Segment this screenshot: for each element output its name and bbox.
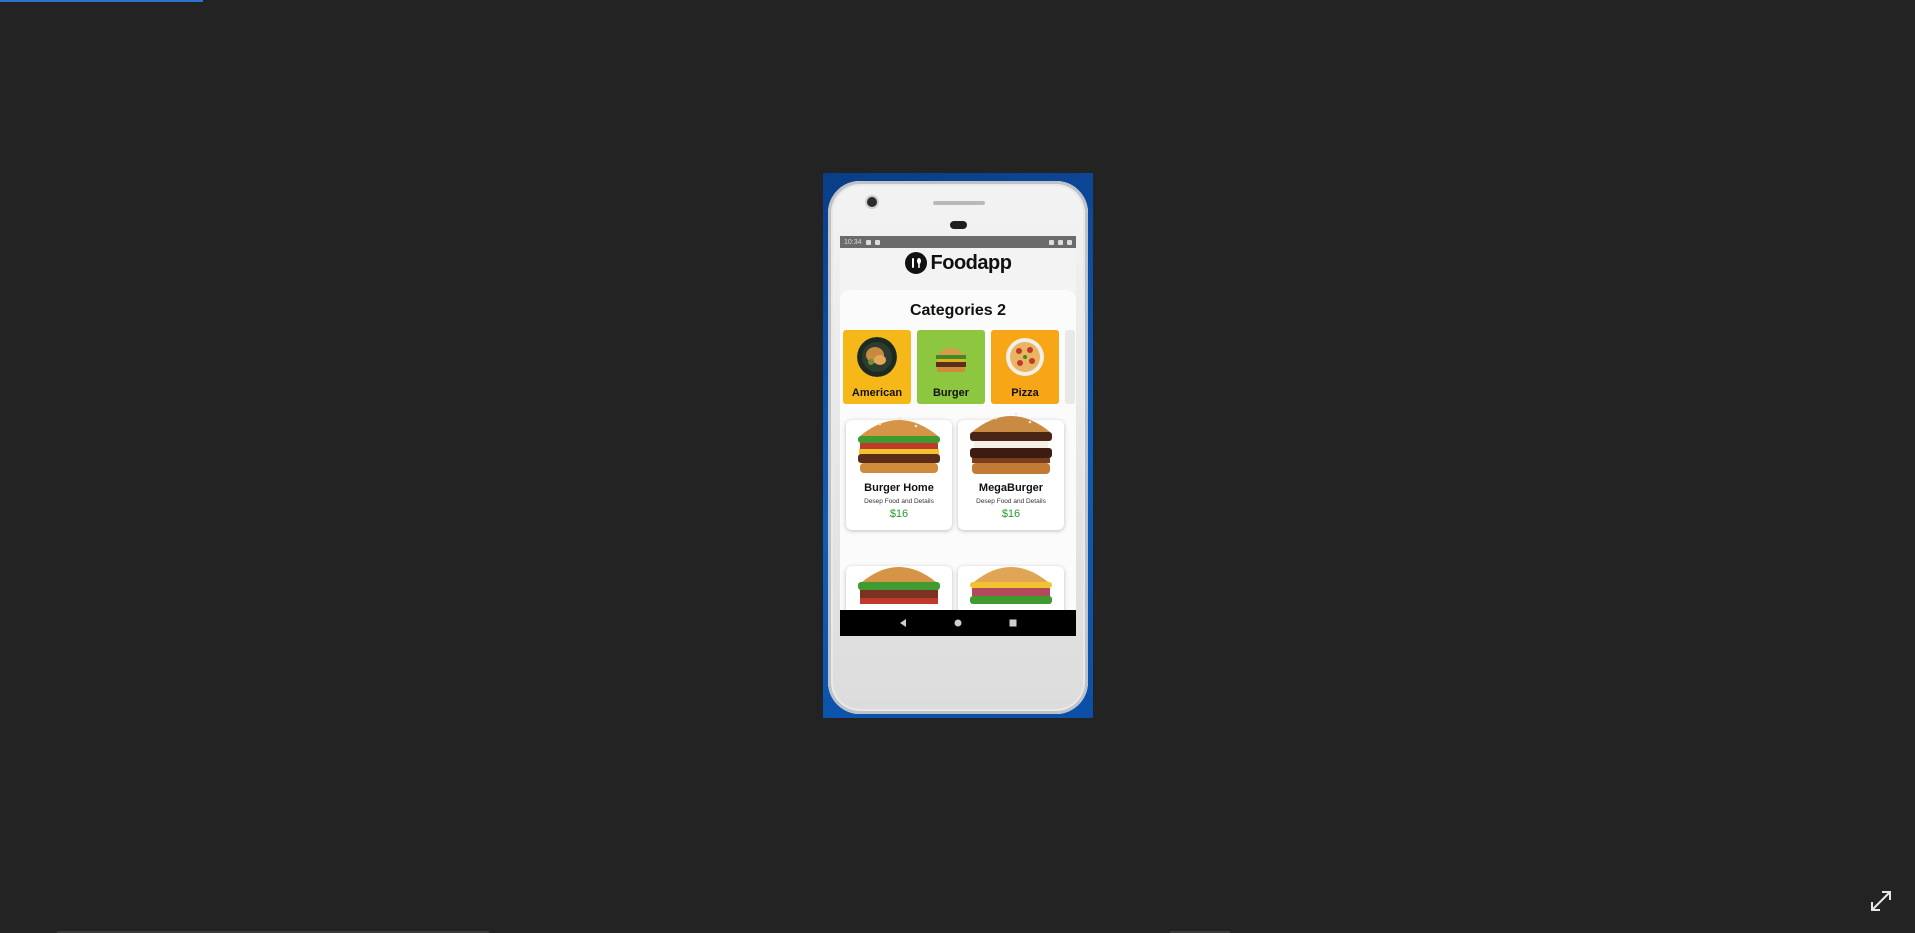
expand-diagonal-icon[interactable] (1867, 887, 1895, 915)
product-price: $16 (889, 508, 909, 520)
product-description: Desep Food and Details (864, 498, 934, 505)
chicken-plate-icon (857, 337, 897, 377)
category-label: Pizza (1011, 387, 1039, 399)
image-viewer: 10:34 Foodapp Categories 2 American Burg… (0, 0, 1915, 933)
wifi-icon (1049, 239, 1054, 245)
front-camera-icon (867, 197, 877, 207)
product-description: Desep Food and Details (976, 498, 1046, 505)
category-american[interactable]: American (843, 330, 911, 404)
product-card[interactable]: Burger Home Desep Food and Details $16 (846, 416, 952, 530)
product-card[interactable]: MegaBurger Desep Food and Details $16 (958, 412, 1064, 530)
product-name: MegaBurger (978, 482, 1044, 494)
product-price: $16 (1001, 508, 1021, 520)
phone-frame: 10:34 Foodapp Categories 2 American Burg… (828, 181, 1088, 714)
burger-icon (931, 337, 971, 377)
signal-icon (1058, 239, 1063, 245)
burger-image (962, 402, 1060, 478)
pizza-icon (1005, 337, 1045, 377)
lock-icon (865, 239, 871, 245)
app-header: Foodapp (840, 248, 1076, 278)
category-burger[interactable]: Burger (917, 330, 985, 404)
earpiece-speaker (933, 201, 985, 205)
emulator-screenshot: 10:34 Foodapp Categories 2 American Burg… (823, 173, 1093, 718)
category-label: American (851, 387, 903, 399)
fork-spoon-icon (904, 252, 927, 274)
category-pizza[interactable]: Pizza (991, 330, 1059, 404)
proximity-sensor (950, 221, 967, 229)
categories-list[interactable]: American Burger Pizza (843, 330, 1076, 404)
home-content: Categories 2 American Burger Pizza Burge… (840, 290, 1076, 636)
status-time: 10:34 (844, 238, 862, 246)
loading-progress-bar (0, 0, 203, 2)
category-next-peek[interactable] (1065, 330, 1075, 404)
phone-screen: 10:34 Foodapp Categories 2 American Burg… (840, 236, 1076, 636)
back-triangle-icon[interactable] (896, 616, 910, 630)
product-name: Burger Home (864, 482, 934, 494)
categories-title: Categories 2 (909, 302, 1007, 319)
notification-icon (874, 239, 880, 245)
android-nav-bar (840, 610, 1076, 636)
recents-square-icon[interactable] (1006, 616, 1020, 630)
status-bar: 10:34 (840, 236, 1076, 248)
app-logo-text: Foodapp (930, 251, 1012, 274)
category-label: Burger (932, 387, 970, 399)
battery-icon (1067, 239, 1072, 245)
burger-image (850, 402, 948, 478)
home-circle-icon[interactable] (951, 616, 965, 630)
